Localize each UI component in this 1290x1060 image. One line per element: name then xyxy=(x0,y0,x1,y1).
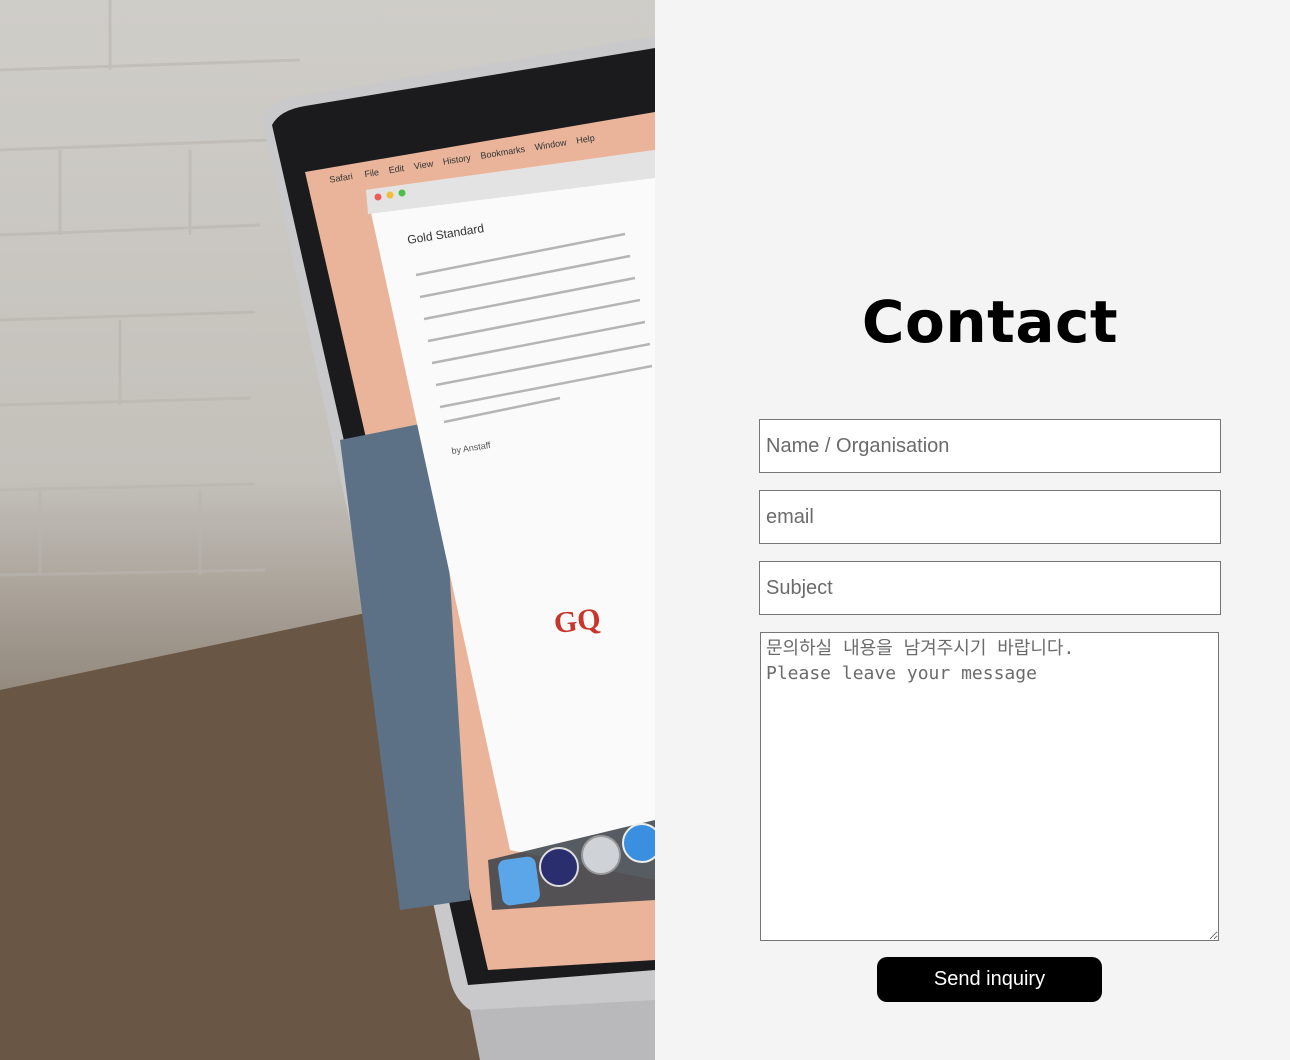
finder-icon xyxy=(498,856,540,906)
safari-dock-icon xyxy=(622,823,655,863)
brick-wall xyxy=(0,0,301,577)
subject-input[interactable] xyxy=(759,561,1221,615)
email-input[interactable] xyxy=(759,490,1221,544)
name-organisation-input[interactable] xyxy=(759,419,1221,473)
window-close-dot xyxy=(374,193,382,201)
page-title: Contact xyxy=(861,288,1119,356)
launchpad-icon xyxy=(581,835,621,875)
window-minimize-dot xyxy=(386,191,394,199)
laptop-illustration: Safari File Edit View History Bookmarks Window… xyxy=(0,0,655,1060)
send-inquiry-button[interactable]: Send inquiry xyxy=(877,957,1102,1002)
message-textarea[interactable] xyxy=(760,632,1219,941)
hero-photo: Safari File Edit View History Bookmarks Window… xyxy=(0,0,655,1060)
window-zoom-dot xyxy=(398,189,406,197)
gq-logo: GQ xyxy=(552,602,602,640)
siri-icon xyxy=(539,847,579,887)
contact-section: Contact Send inquiry xyxy=(655,0,1290,1060)
